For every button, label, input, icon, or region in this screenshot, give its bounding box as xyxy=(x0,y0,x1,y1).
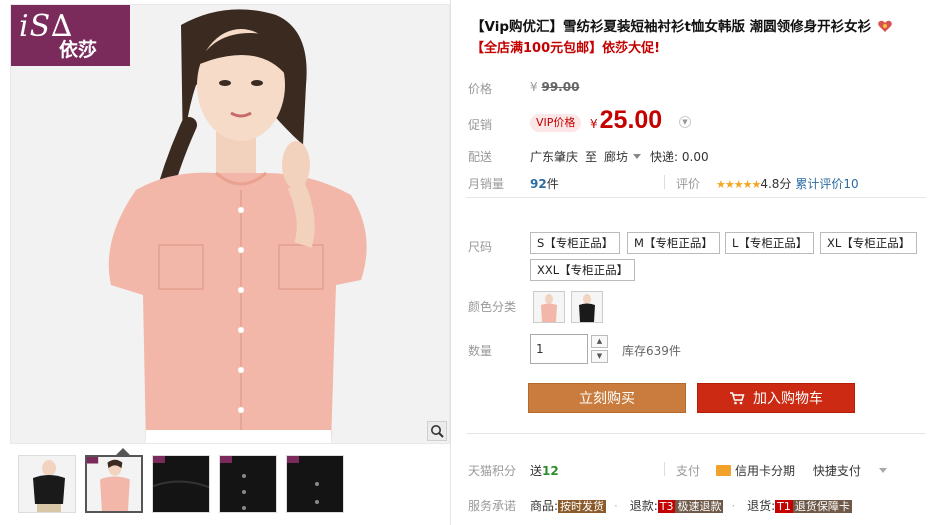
fast-refund-badge[interactable]: 极速退款 xyxy=(675,500,724,513)
brand-logo-text: 依莎 xyxy=(59,39,98,61)
size-option-s[interactable]: S【专柜正品】 xyxy=(530,232,621,254)
credit-installment-link[interactable]: 信用卡分期 xyxy=(735,464,795,478)
chevron-down-icon[interactable] xyxy=(633,154,642,159)
divider xyxy=(664,462,665,476)
promo-label: 促销 xyxy=(468,118,493,132)
points-label: 天猫积分 xyxy=(468,464,517,478)
color-swatch-image xyxy=(572,292,602,322)
add-to-cart-label: 加入购物车 xyxy=(753,391,823,407)
monthly-sales-count: 92 xyxy=(530,177,547,191)
thumbnail-black-detail-2[interactable] xyxy=(219,455,277,513)
active-thumb-pointer xyxy=(116,448,130,455)
product-title: 【Vip购优汇】雪纺衫夏装短袖衬衫t恤女韩版 潮圆领修身开衫女衫 xyxy=(471,16,911,38)
on-time-delivery-badge[interactable]: 按时发货 xyxy=(558,500,607,513)
ship-to-word: 至 xyxy=(585,150,598,164)
thumbnail-black-detail-1[interactable] xyxy=(152,455,210,513)
original-price-value: 99.00 xyxy=(541,80,580,94)
current-price: ¥25.00 xyxy=(590,106,662,135)
thumbnail-image xyxy=(87,457,141,511)
rating-summary: 评价 ★★★★★4.8分 累计评价10 xyxy=(676,175,859,192)
monthly-sales: 92件 xyxy=(530,175,559,192)
thumbnail-black-blouse[interactable] xyxy=(18,455,76,513)
rating-score: 4.8分 xyxy=(760,177,792,191)
points-value: 送12 xyxy=(530,462,559,479)
main-product-image[interactable]: iS∆ 依莎 xyxy=(10,4,450,444)
monthly-sales-label: 月销量 xyxy=(468,177,505,191)
color-label: 颜色分类 xyxy=(468,300,517,314)
current-price-value: 25.00 xyxy=(599,106,663,134)
sku-section: 尺码 S【专柜正品】 M【专柜正品】 L【专柜正品】 XL【专柜正品】 XXL【… xyxy=(466,214,926,434)
original-price: ¥ 99.00 xyxy=(530,80,579,94)
return-code-badge: T1 xyxy=(775,500,793,513)
price-section: 价格 ¥ 99.00 促销 VIP价格 ¥25.00 ▼ 配送 广东肇庆至廊坊 快… xyxy=(466,72,926,198)
thumbnail-pink-blouse[interactable] xyxy=(85,455,143,513)
thumbnail-strip xyxy=(18,455,344,513)
service-refund-label: 退款: xyxy=(629,499,658,513)
payment-label: 支付 xyxy=(676,464,701,478)
zoom-button[interactable] xyxy=(427,421,447,441)
review-count-link[interactable]: 累计评价10 xyxy=(795,177,858,191)
product-promo: 【全店满100元包邮】依莎大促! xyxy=(471,41,661,56)
service-return-label: 退货: xyxy=(747,499,776,513)
quantity-increase-button[interactable]: ▲ xyxy=(591,335,608,348)
service-goods-label: 商品: xyxy=(530,499,559,513)
color-option-black[interactable] xyxy=(571,291,603,323)
quantity-label: 数量 xyxy=(468,344,493,358)
thumbnail-image xyxy=(153,456,209,512)
buy-now-button[interactable]: 立刻购买 xyxy=(528,383,686,413)
size-option-xxl[interactable]: XXL【专柜正品】 xyxy=(530,259,636,281)
currency-symbol: ¥ xyxy=(590,117,598,131)
credit-card-icon xyxy=(716,465,732,476)
ship-from: 广东肇庆 xyxy=(530,150,579,164)
thumbnail-image xyxy=(19,456,75,512)
stock-count: 库存639件 xyxy=(622,344,681,358)
return-guarantee-badge[interactable]: 退货保障卡 xyxy=(792,500,852,513)
zoom-icon xyxy=(431,425,444,438)
express-fee: 快递: 0.00 xyxy=(650,150,709,164)
shipping-info: 广东肇庆至廊坊 快递: 0.00 xyxy=(530,148,709,165)
tag-badge-icon xyxy=(878,20,892,32)
service-promises: 商品: 按时发货 · 退款: T3 极速退款 · 退货: T1 退货保障卡 xyxy=(530,499,852,513)
payment-options: 支付 信用卡分期 快捷支付 xyxy=(676,462,887,479)
quantity-input[interactable]: 1 xyxy=(530,334,588,364)
product-title-text: 【Vip购优汇】雪纺衫夏装短袖衬衫t恤女韩版 潮圆领修身开衫女衫 xyxy=(471,19,872,35)
service-label: 服务承诺 xyxy=(468,499,517,513)
thumbnail-image xyxy=(287,456,343,512)
points-number: 12 xyxy=(542,464,559,478)
thumbnail-image xyxy=(220,456,276,512)
currency-symbol: ¥ xyxy=(530,80,538,94)
add-to-cart-button[interactable]: 加入购物车 xyxy=(697,383,855,413)
product-info-panel: 【Vip购优汇】雪纺衫夏装短袖衬衫t恤女韩版 潮圆领修身开衫女衫 【全店满100… xyxy=(466,0,926,525)
rating-stars: ★★★★★ xyxy=(716,178,761,191)
points-prefix: 送 xyxy=(530,464,543,478)
brand-logo[interactable]: iS∆ 依莎 xyxy=(11,5,130,66)
rating-label: 评价 xyxy=(676,177,701,191)
ship-to-selector[interactable]: 廊坊 xyxy=(604,150,628,164)
size-option-m[interactable]: M【专柜正品】 xyxy=(627,232,720,254)
cart-icon xyxy=(730,392,745,405)
price-label: 价格 xyxy=(468,82,493,96)
quantity-decrease-button[interactable]: ▼ xyxy=(591,350,608,363)
size-label: 尺码 xyxy=(468,240,493,254)
shipping-label: 配送 xyxy=(468,150,493,164)
chevron-down-icon[interactable] xyxy=(878,468,887,473)
thumbnail-black-detail-3[interactable] xyxy=(286,455,344,513)
size-option-l[interactable]: L【专柜正品】 xyxy=(725,232,815,254)
refund-code-badge: T3 xyxy=(657,500,676,513)
vip-price-tag: VIP价格 xyxy=(530,114,582,132)
size-option-xl[interactable]: XL【专柜正品】 xyxy=(820,232,918,254)
quick-pay-link[interactable]: 快捷支付 xyxy=(813,464,861,478)
color-option-pink[interactable] xyxy=(533,291,565,323)
model-illustration xyxy=(11,5,449,443)
chevron-down-icon[interactable]: ▼ xyxy=(679,116,691,128)
column-divider xyxy=(450,0,451,525)
color-swatch-image xyxy=(534,292,564,322)
product-gallery: iS∆ 依莎 xyxy=(10,4,450,522)
divider xyxy=(664,175,665,189)
monthly-sales-unit: 件 xyxy=(546,177,559,191)
